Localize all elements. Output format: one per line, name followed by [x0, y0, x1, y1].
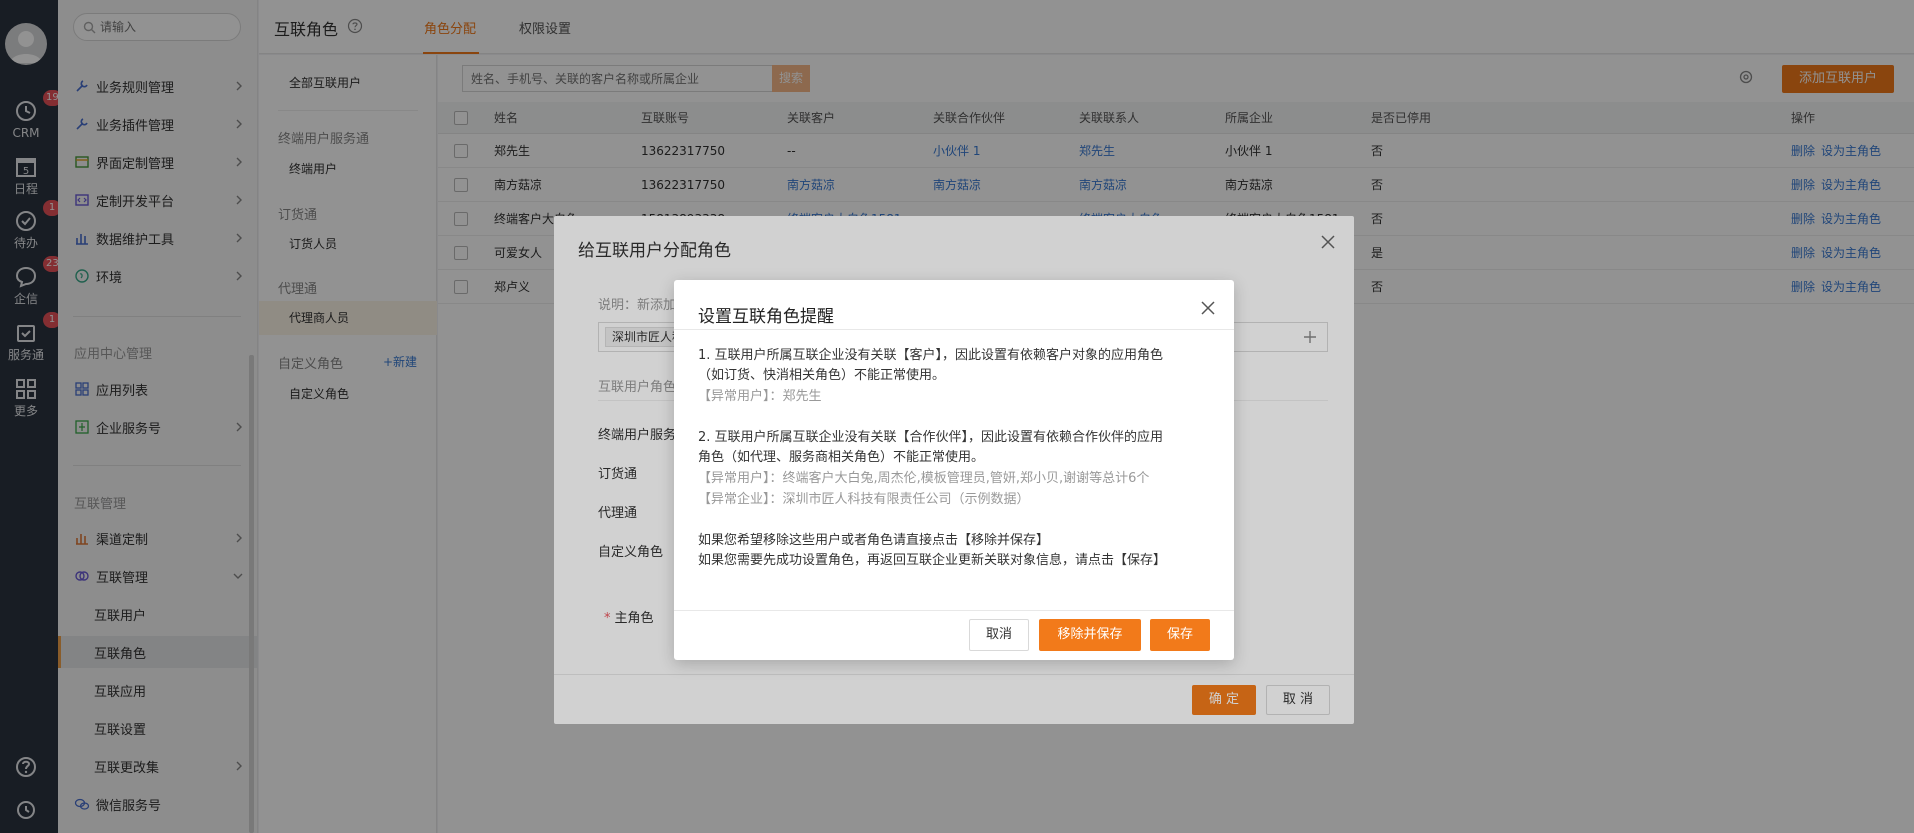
- reminder-p2-line2: 角色（如代理、服务商相关角色）不能正常使用。: [698, 450, 985, 465]
- reminder-p1-line1: 1. 互联用户所属互联企业没有关联【客户】，因此设置有依赖客户对象的应用角色: [698, 348, 1164, 363]
- reminder-p1-abnormal-users: 【异常用户】：郑先生: [698, 389, 822, 404]
- reminder-p2-line1: 2. 互联用户所属互联企业没有关联【合作伙伴】，因此设置有依赖合作伙伴的应用: [698, 430, 1164, 445]
- reminder-p1-line2: （如订货、快消相关角色）不能正常使用。: [698, 368, 946, 383]
- remove-and-save-button[interactable]: 移除并保存: [1039, 619, 1141, 651]
- reminder-note-remove: 如果您希望移除这些用户或者角色请直接点击【移除并保存】: [698, 533, 1050, 548]
- save-button[interactable]: 保存: [1150, 619, 1210, 651]
- dialog-divider: [674, 610, 1234, 611]
- reminder-p2-abnormal-users: 【异常用户】：终端客户大白兔,周杰伦,模板管理员,管妍,郑小贝,谢谢等总计6个: [698, 471, 1150, 486]
- reminder-dialog-title: 设置互联角色提醒: [698, 307, 834, 327]
- reminder-p2-abnormal-company: 【异常企业】：深圳市匠人科技有限责任公司（示例数据）: [698, 492, 1030, 507]
- reminder-note-save: 如果您需要先成功设置角色，再返回互联企业更新关联对象信息，请点击【保存】: [698, 553, 1167, 568]
- reminder-dialog-body: 1. 互联用户所属互联企业没有关联【客户】，因此设置有依赖客户对象的应用角色 （…: [698, 346, 1213, 571]
- role-reminder-dialog: 设置互联角色提醒 1. 互联用户所属互联企业没有关联【客户】，因此设置有依赖客户…: [674, 280, 1234, 660]
- reminder-cancel-button[interactable]: 取消: [969, 619, 1029, 651]
- close-icon[interactable]: [1200, 300, 1216, 316]
- dialog-divider: [674, 329, 1234, 330]
